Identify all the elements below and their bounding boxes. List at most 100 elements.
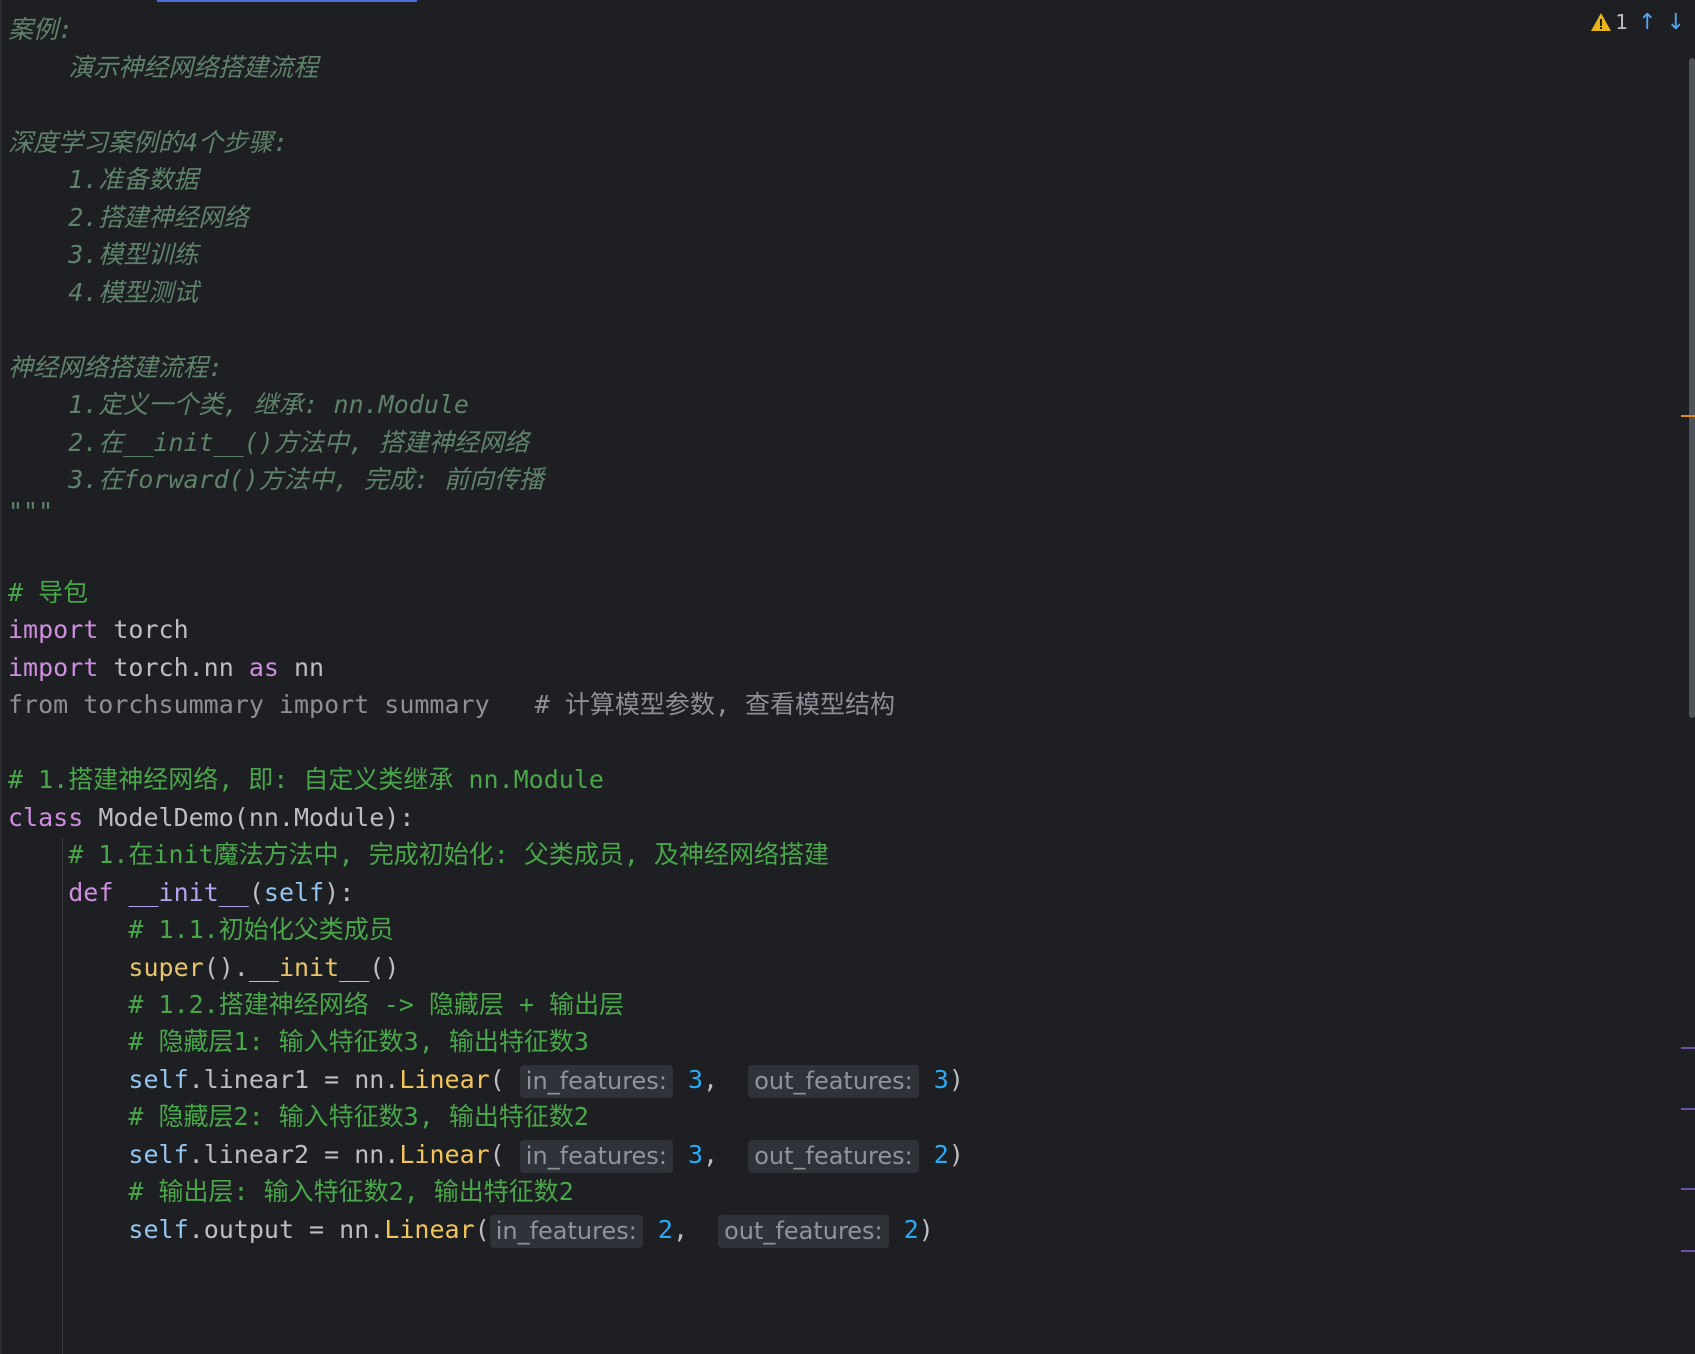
code-line[interactable]: # 1.在init魔法方法中, 完成初始化: 父类成员, 及神经网络搭建 [8,835,829,875]
code-line[interactable]: # 1.1.初始化父类成员 [8,910,394,950]
code-line[interactable]: 1.准备数据 [8,160,198,200]
code-line[interactable]: import torch [8,610,189,650]
code-line[interactable]: 3.模型训练 [8,235,198,275]
docstring-text: 演示神经网络搭建流程 [68,53,319,82]
code-text: torch [98,615,189,644]
code-line[interactable]: # 输出层: 输入特征数2, 输出特征数2 [8,1172,574,1212]
docstring-text: 案例: [8,15,74,44]
code-line[interactable]: 神经网络搭建流程: [8,348,223,388]
number-literal: 2 [903,1215,919,1244]
warning-marker[interactable] [1681,415,1695,417]
docstring-text: 神经网络搭建流程: [8,353,224,382]
function-name: __init__ [128,878,249,907]
comment: # 输出层: 输入特征数2, 输出特征数2 [128,1177,574,1206]
arrow-down-icon[interactable]: ↓ [1667,10,1685,35]
warning-triangle-icon [1591,13,1612,31]
docstring-text: 2.搭建神经网络 [68,203,249,232]
code-line[interactable]: super().__init__() [8,948,399,988]
code-line[interactable]: # 隐藏层2: 输入特征数3, 输出特征数2 [8,1097,588,1137]
comment: # 1.2.搭建神经网络 -> 隐藏层 + 输出层 [128,990,625,1019]
code-text: nn [278,653,325,682]
code-line[interactable]: 2.搭建神经网络 [8,198,248,238]
code-line[interactable]: 演示神经网络搭建流程 [8,48,318,88]
comment: # 1.在init魔法方法中, 完成初始化: 父类成员, 及神经网络搭建 [68,840,829,869]
inspection-widget: 1 ↑ ↓ [1590,8,1685,36]
code-line[interactable]: def __init__(self): [8,873,354,913]
parameter-hint: out_features: [718,1214,889,1248]
code-line[interactable]: 4.模型测试 [8,273,198,313]
self-param: self [263,878,325,907]
number-literal: 3 [687,1140,704,1169]
docstring-text: 1.准备数据 [68,165,199,194]
change-marker[interactable] [1681,1108,1695,1110]
editor-gutter-edge [0,0,2,1354]
unused-import: from torchsummary import summary [8,690,490,719]
code-text: .output = nn. [188,1215,385,1244]
parameter-hint: in_features: [489,1214,643,1248]
number-literal: 2 [657,1215,673,1244]
code-line[interactable]: self.linear1 = nn.Linear( in_features: 3… [8,1060,964,1100]
code-line[interactable]: class ModelDemo(nn.Module): [8,798,414,838]
code-line[interactable]: self.linear2 = nn.Linear( in_features: 3… [8,1135,964,1175]
code-text: () [369,953,400,982]
code-line[interactable]: from torchsummary import summary # 计算模型参… [8,685,895,725]
comment: # 隐藏层1: 输入特征数3, 输出特征数3 [128,1027,589,1056]
self-keyword: self [128,1215,189,1244]
class-call: Linear [399,1065,490,1094]
docstring-text: 3.在forward()方法中, 完成: 前向传播 [68,465,544,494]
code-line[interactable]: 1.定义一个类, 继承: nn.Module [8,385,469,425]
number-literal: 3 [687,1065,704,1094]
code-line[interactable]: # 1.2.搭建神经网络 -> 隐藏层 + 输出层 [8,985,624,1025]
docstring-text: 深度学习案例的4个步骤: [8,128,289,157]
docstring-close: """ [8,497,54,526]
docstring-text: 3.模型训练 [68,240,199,269]
keyword: class [8,803,84,832]
change-marker[interactable] [1681,1047,1695,1049]
self-keyword: self [128,1065,189,1094]
parameter-hint: out_features: [748,1064,919,1098]
keyword: import [8,653,99,682]
docstring-text: 4.模型测试 [68,278,199,307]
docstring-text: 2.在__init__()方法中, 搭建神经网络 [68,428,529,457]
number-literal: 3 [933,1065,949,1094]
code-text: ModelDemo(nn.Module): [83,803,415,832]
keyword: import [8,615,99,644]
warning-count: 1 [1615,10,1629,34]
code-line[interactable]: 深度学习案例的4个步骤: [8,123,288,163]
code-line[interactable]: import torch.nn as nn [8,648,324,688]
active-tab-indicator [157,0,417,2]
code-text: ): [324,878,355,907]
self-keyword: self [128,1140,189,1169]
code-line[interactable]: 案例: [8,10,73,50]
code-text: .linear1 = nn. [188,1065,400,1094]
code-line[interactable]: # 导包 [8,573,88,613]
parameter-hint: in_features: [519,1139,673,1173]
code-line[interactable]: # 隐藏层1: 输入特征数3, 输出特征数3 [8,1022,589,1062]
parameter-hint: out_features: [748,1139,919,1173]
code-line[interactable]: self.output = nn.Linear(in_features: 2, … [8,1210,934,1250]
code-line[interactable]: """ [8,492,53,532]
change-marker[interactable] [1681,1188,1695,1190]
code-line[interactable]: 2.在__init__()方法中, 搭建神经网络 [8,423,529,463]
code-text: (). [203,953,249,982]
docstring-text: 1.定义一个类, 继承: nn.Module [68,390,469,419]
class-call: Linear [399,1140,490,1169]
comment: # 1.搭建神经网络, 即: 自定义类继承 nn.Module [8,765,604,794]
scrollbar-thumb[interactable] [1689,58,1695,718]
dunder-call: __init__ [248,953,370,982]
comment: # 1.1.初始化父类成员 [128,915,394,944]
code-line[interactable]: # 1.搭建神经网络, 即: 自定义类继承 nn.Module [8,760,604,800]
parameter-hint: in_features: [519,1064,673,1098]
keyword: def [68,878,114,907]
comment: # 导包 [8,578,89,607]
builtin-call: super [128,953,204,982]
class-call: Linear [384,1215,475,1244]
code-editor[interactable]: 案例: 演示神经网络搭建流程 深度学习案例的4个步骤: 1.准备数据 2.搭建神… [0,0,1695,1354]
change-marker[interactable] [1681,1250,1695,1252]
warning-counter[interactable]: 1 [1590,10,1628,34]
code-text: .linear2 = nn. [188,1140,400,1169]
keyword: as [248,653,279,682]
code-line[interactable]: 3.在forward()方法中, 完成: 前向传播 [8,460,544,500]
comment: # 计算模型参数, 查看模型结构 [534,690,896,719]
arrow-up-icon[interactable]: ↑ [1638,10,1656,35]
